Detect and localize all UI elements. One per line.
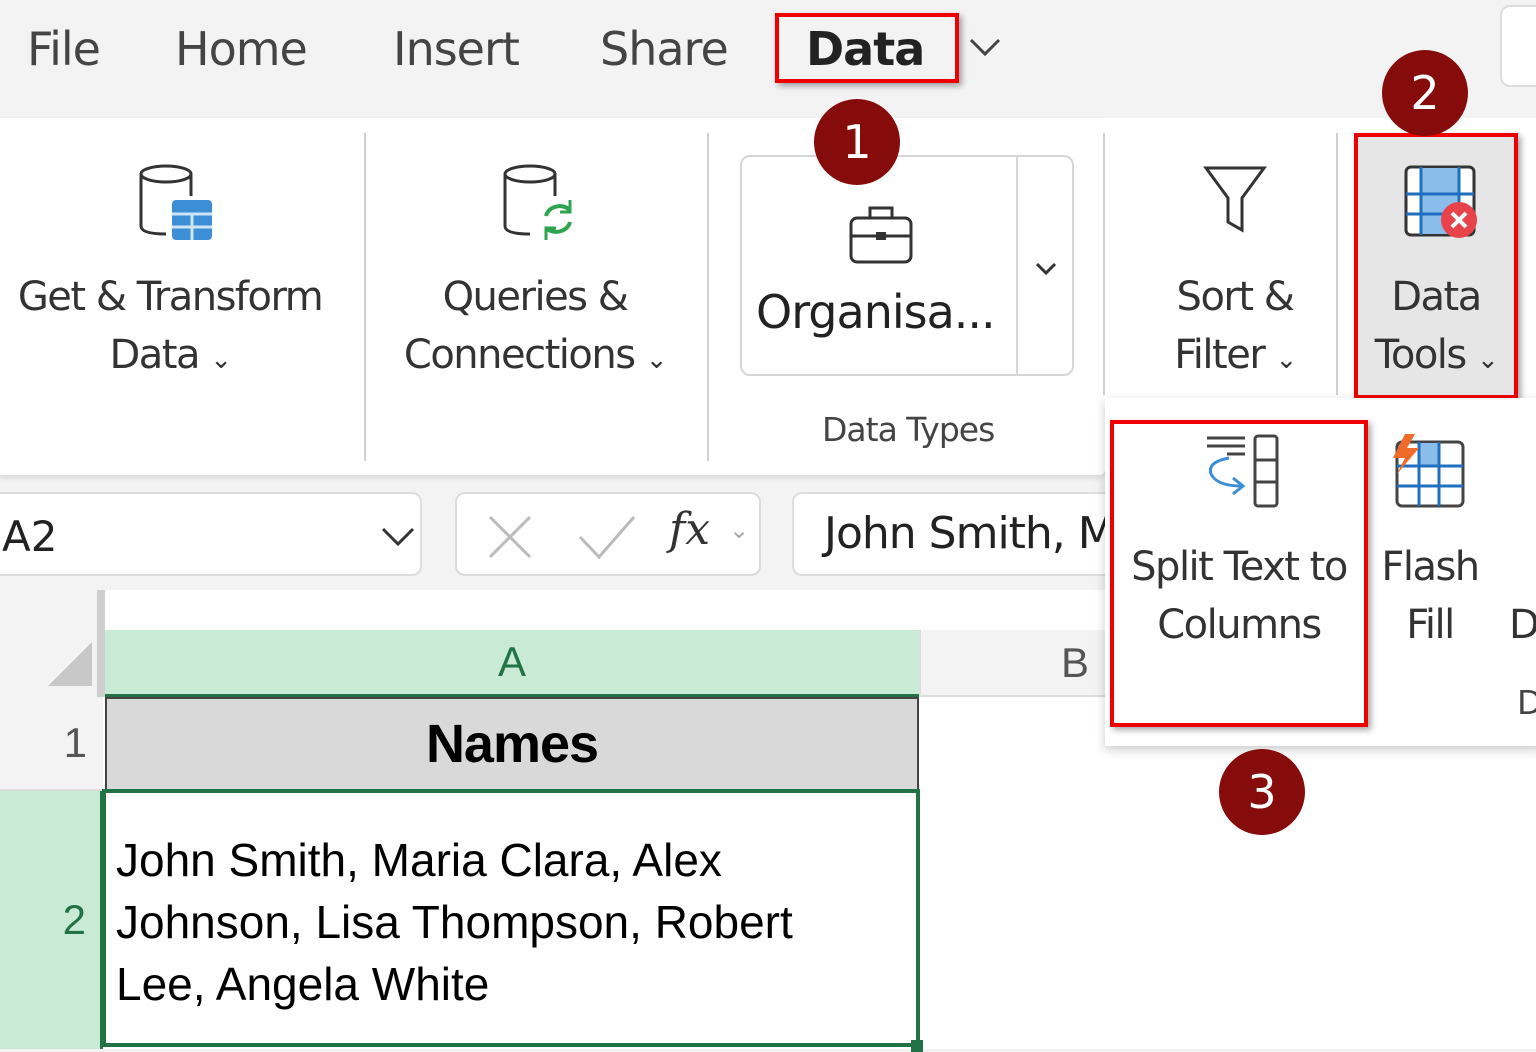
select-all-corner[interactable] bbox=[0, 590, 103, 697]
menu-file[interactable]: File bbox=[27, 22, 100, 76]
insert-function-icon[interactable]: fx bbox=[669, 504, 710, 555]
group-label-data-types: Data Types bbox=[822, 410, 994, 449]
menu-share[interactable]: Share bbox=[600, 22, 728, 76]
highlight-data-tab bbox=[775, 13, 959, 83]
database-refresh-icon bbox=[502, 164, 578, 244]
column-header-b[interactable]: B bbox=[919, 630, 1109, 697]
label: Connections bbox=[404, 332, 635, 378]
step-callout-3: 3 bbox=[1219, 749, 1305, 835]
label: Filter bbox=[1174, 332, 1264, 378]
label: Get & Transform bbox=[18, 274, 322, 320]
formula-value: John Smith, M bbox=[824, 508, 1115, 559]
flash-fill-icon bbox=[1391, 432, 1467, 512]
cell-text-line: Johnson, Lisa Thompson, Robert bbox=[116, 891, 916, 953]
menu-insert[interactable]: Insert bbox=[393, 22, 519, 76]
data-type-label: Organisa... bbox=[756, 285, 995, 339]
database-table-icon bbox=[138, 164, 216, 244]
chevron-down-icon[interactable] bbox=[1034, 261, 1058, 277]
divider bbox=[1016, 157, 1018, 374]
chevron-down-icon[interactable] bbox=[968, 36, 1002, 60]
column-header-a[interactable]: A bbox=[105, 630, 919, 697]
formula-actions: fx ⌄ bbox=[455, 492, 761, 576]
flash-fill-button[interactable]: Flash Fill bbox=[1375, 424, 1485, 684]
get-transform-data-button[interactable]: Get & Transform Data ⌄ bbox=[0, 150, 340, 410]
step-callout-2: 2 bbox=[1382, 50, 1468, 136]
chevron-down-icon[interactable] bbox=[380, 526, 416, 548]
label: Queries & bbox=[443, 274, 628, 320]
name-box-value: A2 bbox=[2, 512, 57, 561]
divider bbox=[364, 133, 366, 461]
chevron-down-icon[interactable]: ⌄ bbox=[729, 516, 749, 545]
divider bbox=[707, 133, 709, 461]
fill-handle[interactable] bbox=[911, 1040, 923, 1052]
group-label-partial: D bbox=[1517, 683, 1536, 722]
chevron-down-icon: ⌄ bbox=[646, 345, 666, 375]
cancel-icon[interactable] bbox=[487, 514, 533, 560]
label: Fill bbox=[1406, 602, 1453, 648]
chevron-down-icon: ⌄ bbox=[1275, 345, 1295, 375]
funnel-icon bbox=[1202, 164, 1268, 234]
highlight-split-text bbox=[1110, 420, 1368, 727]
chevron-down-icon: ⌄ bbox=[210, 345, 230, 375]
menu-home[interactable]: Home bbox=[175, 22, 307, 76]
label: Flash bbox=[1381, 544, 1478, 590]
divider bbox=[1103, 133, 1105, 395]
formula-input[interactable]: John Smith, M bbox=[792, 492, 1122, 576]
sort-filter-button[interactable]: Sort & Filter ⌄ bbox=[1120, 150, 1330, 390]
divider bbox=[97, 590, 105, 697]
row-header-1[interactable]: 1 bbox=[0, 697, 103, 791]
highlight-data-tools bbox=[1354, 133, 1518, 399]
label: Sort & bbox=[1177, 274, 1294, 320]
step-callout-1: 1 bbox=[814, 99, 900, 185]
cell-a1[interactable]: Names bbox=[105, 697, 919, 791]
search-box-partial[interactable] bbox=[1500, 5, 1536, 87]
row-header-2[interactable]: 2 bbox=[0, 791, 103, 1049]
cell-text-line: John Smith, Maria Clara, Alex bbox=[116, 829, 916, 891]
queries-connections-button[interactable]: Queries & Connections ⌄ bbox=[370, 150, 700, 410]
label: Data bbox=[109, 332, 199, 378]
partial-button-label[interactable]: D bbox=[1509, 596, 1536, 654]
name-box[interactable]: A2 bbox=[0, 492, 422, 576]
select-all-triangle-icon bbox=[48, 642, 92, 686]
enter-check-icon[interactable] bbox=[577, 514, 637, 560]
briefcase-icon bbox=[848, 200, 914, 266]
cell-a2[interactable]: John Smith, Maria Clara, Alex Johnson, L… bbox=[102, 789, 920, 1047]
organisation-data-type-button[interactable]: Organisa... bbox=[740, 155, 1074, 376]
cell-text-line: Lee, Angela White bbox=[116, 953, 916, 1015]
